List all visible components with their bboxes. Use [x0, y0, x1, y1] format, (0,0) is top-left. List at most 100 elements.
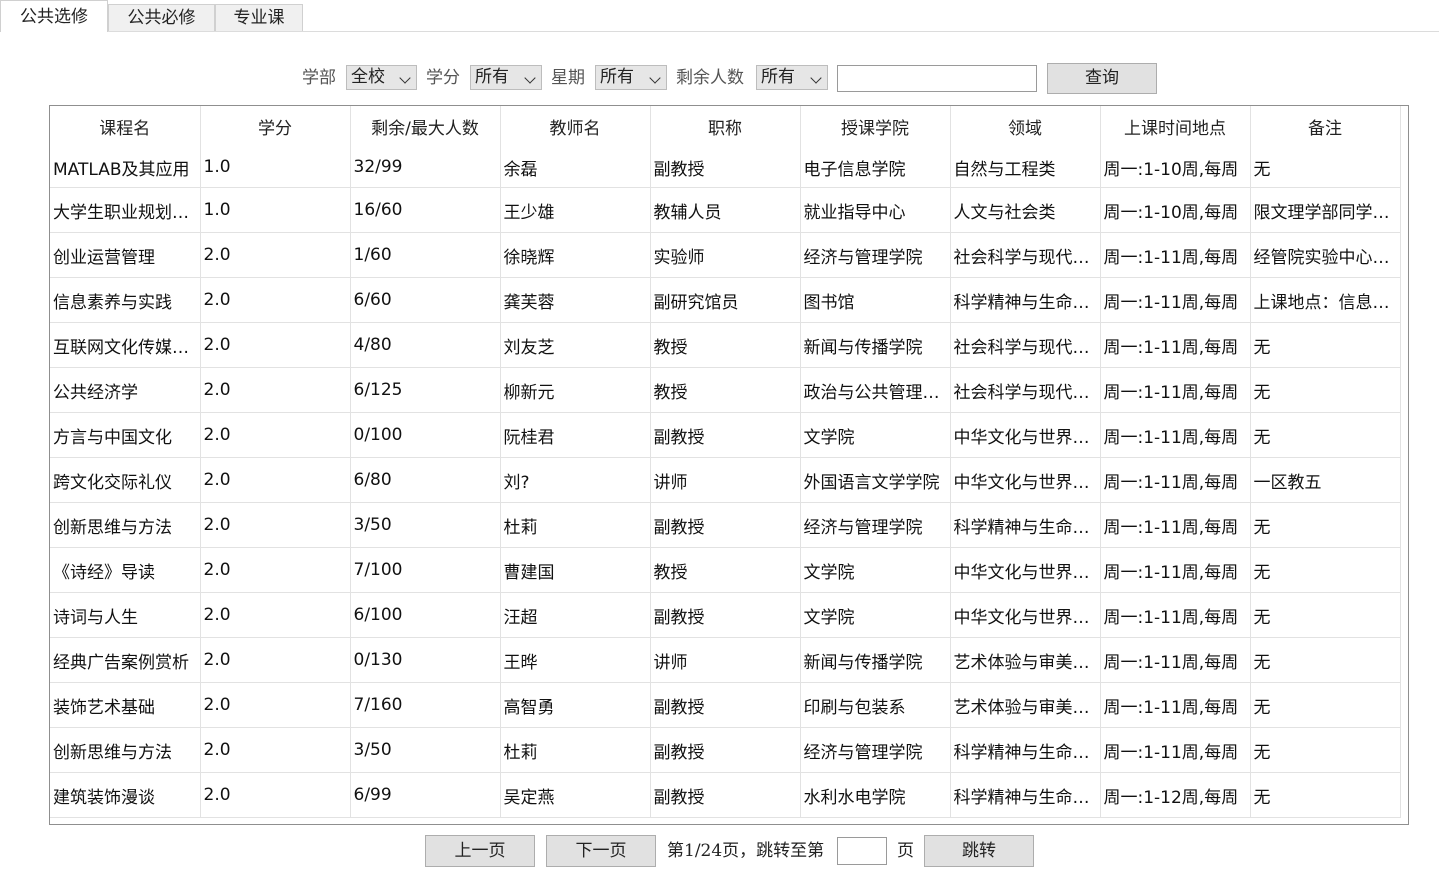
jump-button[interactable]: 跳转	[924, 835, 1034, 867]
course-name-cell: MATLAB及其应用	[50, 147, 201, 188]
capacity-cell: 6/60	[350, 277, 501, 323]
query-button[interactable]: 查询	[1047, 63, 1157, 94]
next-page-button[interactable]: 下一页	[546, 835, 656, 867]
schedule-header: 上课时间地点	[1100, 106, 1251, 147]
table-row[interactable]: 建筑装饰漫谈 2.0 6/99 吴定燕 副教授 水利水电学院 科学精神与生命关怀 周一:1-1…	[50, 772, 1401, 818]
capacity-cell: 6/99	[350, 772, 501, 818]
table-row[interactable]: MATLAB及其应用 1.0 32/99 余磊 副教授 电子信息学院 自然与工程类 周一:1-…	[50, 147, 1401, 188]
weekday-select[interactable]: 所有	[595, 65, 667, 90]
capacity-cell: 6/100	[350, 592, 501, 638]
domain-cell: 艺术体验与审美鉴赏	[950, 637, 1101, 683]
schedule-cell: 周一:1-11周,每周	[1100, 682, 1251, 728]
course-name-header: 课程名	[50, 106, 201, 147]
tab-major-course[interactable]: 专业课	[215, 4, 303, 31]
teacher-title-cell: 副教授	[650, 772, 801, 818]
college-cell: 电子信息学院	[800, 147, 951, 188]
table-row[interactable]: 方言与中国文化 2.0 0/100 阮桂君 副教授 文学院 中华文化与世界文明 周一:1-11…	[50, 412, 1401, 458]
teacher-title-cell: 副教授	[650, 727, 801, 773]
teacher-title-cell: 讲师	[650, 457, 801, 503]
search-input[interactable]	[837, 65, 1037, 92]
domain-cell: 中华文化与世界文明	[950, 592, 1101, 638]
prev-page-button[interactable]: 上一页	[425, 835, 535, 867]
credit-cell: 1.0	[200, 187, 351, 233]
teacher-title-cell: 副教授	[650, 592, 801, 638]
table-row[interactable]: 创业运营管理 2.0 1/60 徐晓辉 实验师 经济与管理学院 社会科学与现代社会 周一:1-…	[50, 232, 1401, 278]
schedule-cell: 周一:1-10周,每周	[1100, 187, 1251, 233]
capacity-cell: 32/99	[350, 147, 501, 188]
college-cell: 经济与管理学院	[800, 232, 951, 278]
schedule-cell: 周一:1-11周,每周	[1100, 637, 1251, 683]
table-row[interactable]: 《诗经》导读 2.0 7/100 曹建国 教授 文学院 中华文化与世界文明 周一:1-11周,…	[50, 547, 1401, 593]
remaining-label: 剩余人数	[676, 68, 744, 88]
credit-cell: 1.0	[200, 147, 351, 188]
teacher-cell: 龚芙蓉	[500, 277, 651, 323]
domain-cell: 人文与社会类	[950, 187, 1101, 233]
table-row[interactable]: 经典广告案例赏析 2.0 0/130 王晔 讲师 新闻与传播学院 艺术体验与审美鉴赏 周一:1…	[50, 637, 1401, 683]
course-name-cell: 经典广告案例赏析	[50, 637, 201, 683]
table-row[interactable]: 互联网文化传媒与社会2.04/80刘友芝教授新闻与传播学院社会科学与现代社会周一…	[50, 322, 1401, 368]
chevron-down-icon	[524, 72, 536, 84]
course-name-cell: 建筑装饰漫谈	[50, 772, 201, 818]
remark-cell: 无	[1250, 547, 1401, 593]
table-row[interactable]: 创新思维与方法 2.0 3/50 杜莉 副教授 经济与管理学院 科学精神与生命关怀 周一:1-…	[50, 727, 1401, 773]
credit-select[interactable]: 所有	[470, 65, 542, 90]
capacity-cell: 6/125	[350, 367, 501, 413]
course-name-cell: 创新思维与方法	[50, 727, 201, 773]
schedule-cell: 周一:1-10周,每周	[1100, 147, 1251, 188]
schedule-cell: 周一:1-11周,每周	[1100, 367, 1251, 413]
page-number-input[interactable]	[837, 837, 887, 865]
remaining-select[interactable]: 所有	[756, 65, 828, 90]
domain-cell: 艺术体验与审美鉴赏	[950, 682, 1101, 728]
domain-header: 领域	[950, 106, 1101, 147]
capacity-cell: 7/160	[350, 682, 501, 728]
course-name-cell: 大学生职业规划与就业指导	[50, 187, 201, 233]
chevron-down-icon	[399, 72, 411, 84]
domain-cell: 自然与工程类	[950, 147, 1101, 188]
capacity-header: 剩余/最大人数	[350, 106, 501, 147]
remark-cell: 无	[1250, 367, 1401, 413]
credit-cell: 2.0	[200, 682, 351, 728]
weekday-select-value: 所有	[600, 67, 634, 87]
table-row[interactable]: 装饰艺术基础 2.0 7/160 高智勇 副教授 印刷与包装系 艺术体验与审美鉴赏 周一:1-…	[50, 682, 1401, 728]
course-name-cell: 装饰艺术基础	[50, 682, 201, 728]
table-row[interactable]: 信息素养与实践 2.0 6/60 龚芙蓉 副研究馆员 图书馆 科学精神与生命关怀 周一:1-1…	[50, 277, 1401, 323]
domain-cell: 社会科学与现代社会	[950, 322, 1101, 368]
credit-cell: 2.0	[200, 277, 351, 323]
schedule-cell: 周一:1-11周,每周	[1100, 727, 1251, 773]
table-row[interactable]: 跨文化交际礼仪 2.0 6/80 刘? 讲师 外国语言文学学院 中华文化与世界文明 周一:1-…	[50, 457, 1401, 503]
college-cell: 文学院	[800, 592, 951, 638]
department-select[interactable]: 全校	[346, 65, 417, 90]
tab-public-elective[interactable]: 公共选修	[0, 0, 108, 32]
college-cell: 水利水电学院	[800, 772, 951, 818]
teacher-cell: 余磊	[500, 147, 651, 188]
domain-cell: 科学精神与生命关怀	[950, 277, 1101, 323]
tab-public-required[interactable]: 公共必修	[108, 4, 215, 31]
table-row[interactable]: 诗词与人生 2.0 6/100 汪超 副教授 文学院 中华文化与世界文明 周一:1-11周,每…	[50, 592, 1401, 638]
page-suffix: 页	[897, 841, 914, 861]
capacity-cell: 0/130	[350, 637, 501, 683]
capacity-cell: 16/60	[350, 187, 501, 233]
domain-cell: 科学精神与生命关怀	[950, 502, 1101, 548]
capacity-cell: 4/80	[350, 322, 501, 368]
weekday-label: 星期	[551, 68, 585, 88]
domain-cell: 科学精神与生命关怀	[950, 772, 1101, 818]
table-row[interactable]: 公共经济学 2.0 6/125 柳新元 教授 政治与公共管理学院 社会科学与现代社会 周一:1…	[50, 367, 1401, 413]
teacher-title-cell: 副教授	[650, 412, 801, 458]
capacity-cell: 3/50	[350, 727, 501, 773]
domain-cell: 科学精神与生命关怀	[950, 727, 1101, 773]
capacity-cell: 7/100	[350, 547, 501, 593]
teacher-title-cell: 教授	[650, 322, 801, 368]
teacher-title-cell: 教辅人员	[650, 187, 801, 233]
title-header: 职称	[650, 106, 801, 147]
table-row[interactable]: 大学生职业规划与就业指导1.016/60王少雄教辅人员就业指导中心人文与社会类周…	[50, 187, 1401, 233]
credit-cell: 2.0	[200, 637, 351, 683]
credit-cell: 2.0	[200, 592, 351, 638]
course-name-cell: 诗词与人生	[50, 592, 201, 638]
college-cell: 外国语言文学学院	[800, 457, 951, 503]
credit-header: 学分	[200, 106, 351, 147]
credit-select-value: 所有	[475, 67, 509, 87]
college-cell: 经济与管理学院	[800, 727, 951, 773]
teacher-cell: 徐晓辉	[500, 232, 651, 278]
tab-bar-divider	[0, 31, 1439, 32]
table-row[interactable]: 创新思维与方法 2.0 3/50 杜莉 副教授 经济与管理学院 科学精神与生命关怀 周一:1-…	[50, 502, 1401, 548]
